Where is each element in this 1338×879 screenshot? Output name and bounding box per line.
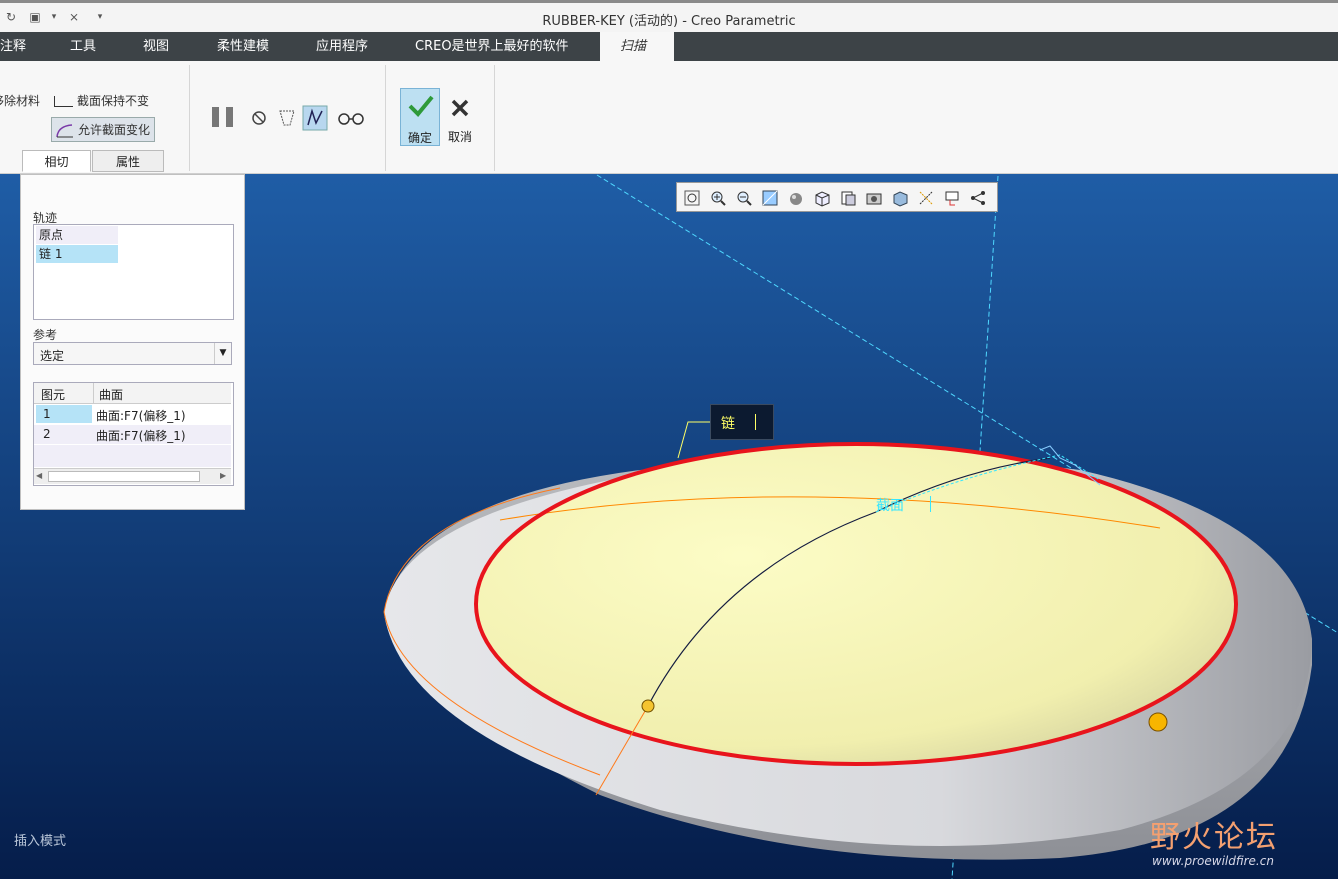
checkmark-icon xyxy=(408,95,434,117)
ribbon: 移除材料 截面保持不变 允许截面变化 相切 属性 确定 取消 xyxy=(0,61,1338,174)
chain-label[interactable]: 链 xyxy=(710,404,774,440)
scroll-left-icon[interactable]: ◀ xyxy=(36,471,42,480)
column-header-surface: 曲面 xyxy=(99,388,124,402)
spin-center-icon[interactable] xyxy=(969,189,987,207)
subtab-tangency[interactable]: 相切 xyxy=(22,150,91,172)
origin-marker[interactable] xyxy=(1148,712,1168,732)
row-surface: 曲面:F7(偏移_1) xyxy=(96,409,186,423)
constant-section-label: 截面保持不变 xyxy=(77,94,150,108)
watermark-title: 野火论坛 xyxy=(1150,820,1278,855)
display-style-icon[interactable] xyxy=(787,189,805,207)
view-toolbar xyxy=(676,182,998,212)
reference-table: 图元 曲面 1 曲面:F7(偏移_1) 2 曲面:F7(偏移_1) ◀ ▶ xyxy=(33,382,234,486)
list-item[interactable]: 链 1 xyxy=(36,245,118,263)
tab-annotate[interactable]: 注释 xyxy=(0,32,38,61)
glasses-icon[interactable] xyxy=(336,109,366,127)
reference-label: 参考 xyxy=(33,328,58,342)
view-manager-icon[interactable] xyxy=(839,189,857,207)
scroll-right-icon[interactable]: ▶ xyxy=(220,471,226,480)
list-item[interactable]: 原点 xyxy=(36,226,118,244)
table-header: 图元 曲面 xyxy=(34,383,231,404)
chain-label-text: 链 xyxy=(721,416,735,432)
constant-section-button[interactable]: 截面保持不变 xyxy=(54,92,149,109)
zoom-out-icon[interactable] xyxy=(735,189,753,207)
mode-status: 插入模式 xyxy=(14,834,67,849)
tab-applications[interactable]: 应用程序 xyxy=(304,32,380,61)
reference-select[interactable]: 选定 ▼ xyxy=(33,342,232,365)
trajectory-list: 原点 链 1 xyxy=(33,224,234,320)
section-label[interactable]: 截面 xyxy=(876,495,904,515)
tab-custom[interactable]: CREO是世界上最好的软件 xyxy=(403,32,581,61)
no-preview-icon[interactable] xyxy=(250,109,268,127)
watermark-url: www.proewildfire.cn xyxy=(1152,854,1274,868)
chevron-down-icon[interactable]: ▼ xyxy=(214,343,231,364)
tangency-panel: 轨迹 原点 链 1 参考 选定 ▼ 图元 曲面 1 曲面:F7(偏移_1) 2 … xyxy=(20,174,245,510)
tab-sweep[interactable]: 扫描 xyxy=(600,32,674,61)
ribbon-tabs: 注释 工具 视图 柔性建模 应用程序 CREO是世界上最好的软件 扫描 xyxy=(0,32,1338,61)
start-point-marker[interactable] xyxy=(641,699,655,713)
close-icon xyxy=(451,99,469,117)
ok-label: 确定 xyxy=(407,131,432,145)
column-header-element: 图元 xyxy=(41,388,66,402)
annotation-display-icon[interactable] xyxy=(943,189,961,207)
subtab-properties[interactable]: 属性 xyxy=(92,150,164,172)
table-row[interactable]: 2 曲面:F7(偏移_1) xyxy=(34,425,231,444)
title-bar: ↻ ▣ ▾ ⨯ ▾ RUBBER-KEY (活动的) - Creo Parame… xyxy=(0,0,1338,32)
row-id: 1 xyxy=(43,407,51,421)
variable-section-icon xyxy=(56,123,73,137)
reference-select-value: 选定 xyxy=(40,349,65,363)
remove-material-label: 移除材料 xyxy=(0,94,41,108)
section-view-icon[interactable] xyxy=(891,189,909,207)
section-label-cursor xyxy=(930,496,931,512)
horizontal-scrollbar[interactable]: ◀ ▶ xyxy=(34,468,231,484)
watermark: 野火论坛 www.proewildfire.cn xyxy=(1150,812,1330,872)
tab-view[interactable]: 视图 xyxy=(131,32,181,61)
window-title: RUBBER-KEY (活动的) - Creo Parametric xyxy=(542,14,796,29)
cancel-label: 取消 xyxy=(447,130,472,144)
ok-button[interactable]: 确定 xyxy=(400,88,440,146)
refit-icon[interactable] xyxy=(683,189,701,207)
tab-tools[interactable]: 工具 xyxy=(58,32,108,61)
verify-icon[interactable] xyxy=(302,105,328,131)
cancel-button[interactable]: 取消 xyxy=(443,88,477,146)
zoom-in-icon[interactable] xyxy=(709,189,727,207)
pause-icon[interactable] xyxy=(210,105,238,129)
row-surface: 曲面:F7(偏移_1) xyxy=(96,429,186,443)
datum-display-icon[interactable] xyxy=(917,189,935,207)
constant-section-icon xyxy=(54,96,73,107)
dome-surface[interactable] xyxy=(476,444,1236,764)
remove-material-button[interactable]: 移除材料 xyxy=(0,92,40,109)
repaint-icon[interactable] xyxy=(761,189,779,207)
tab-flexible-modeling[interactable]: 柔性建模 xyxy=(205,32,281,61)
preview-geometry-icon[interactable] xyxy=(276,107,298,129)
variable-section-label: 允许截面变化 xyxy=(78,123,151,137)
variable-section-button[interactable]: 允许截面变化 xyxy=(51,117,156,142)
perspective-icon[interactable] xyxy=(865,189,883,207)
table-row[interactable]: 1 曲面:F7(偏移_1) xyxy=(34,405,231,424)
scrollbar-thumb[interactable] xyxy=(48,471,200,482)
row-id: 2 xyxy=(43,427,51,441)
saved-orientations-icon[interactable] xyxy=(813,189,831,207)
